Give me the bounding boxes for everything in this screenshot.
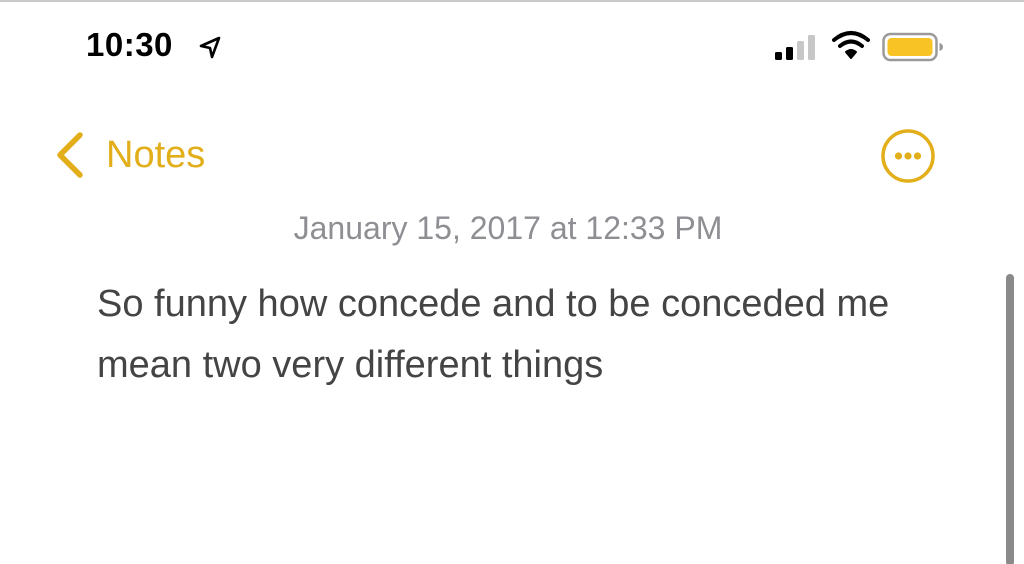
back-button-label: Notes	[106, 134, 206, 176]
notes-screen: 10:30 Notes January 15, 2017 at 12:33 PM…	[0, 0, 1024, 564]
note-body-text[interactable]: So funny how concede and to be conceded …	[97, 274, 897, 396]
battery-icon	[882, 32, 943, 62]
status-bar: 10:30	[0, 2, 1024, 92]
back-to-notes-button[interactable]: Notes	[52, 130, 205, 180]
wifi-icon	[832, 31, 870, 59]
status-time: 10:30	[86, 26, 173, 63]
chevron-left-icon	[57, 132, 83, 178]
cellular-signal-icon	[775, 35, 815, 60]
note-date: January 15, 2017 at 12:33 PM	[293, 210, 723, 246]
ellipsis-circle-icon[interactable]	[880, 128, 936, 184]
scroll-indicator[interactable]	[1006, 274, 1014, 564]
location-arrow-icon	[199, 36, 221, 59]
